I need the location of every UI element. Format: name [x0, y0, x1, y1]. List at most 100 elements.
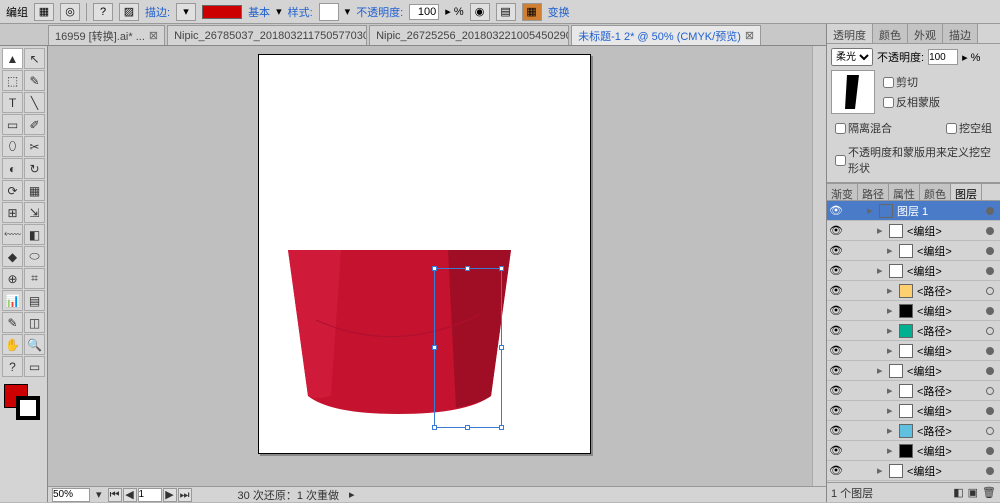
tool-8[interactable]: ⬯	[2, 136, 23, 157]
tool-22[interactable]: 📊	[2, 290, 23, 311]
layer-row[interactable]: 👁▸<路径>	[827, 421, 1000, 441]
layer-row[interactable]: 👁▸<编组>	[827, 241, 1000, 261]
layer-row[interactable]: 👁▸<编组>	[827, 361, 1000, 381]
selection-box[interactable]	[434, 268, 502, 428]
opacity-label[interactable]: 不透明度:	[356, 4, 403, 20]
layer-row[interactable]: 👁▸<编组>	[827, 401, 1000, 421]
disclosure-icon[interactable]: ▸	[877, 464, 887, 477]
target-icon[interactable]	[986, 227, 994, 235]
visibility-icon[interactable]: 👁	[827, 384, 845, 397]
brush-swatch[interactable]	[202, 5, 242, 19]
panel-tab2[interactable]: 颜色	[920, 184, 951, 200]
target-icon[interactable]	[986, 467, 994, 475]
target-icon[interactable]	[986, 207, 994, 215]
nav-first[interactable]: ⏮	[108, 488, 122, 502]
target-icon[interactable]	[986, 287, 994, 295]
delete-layer-icon[interactable]: 🗑	[982, 486, 996, 499]
tool-9[interactable]: ✂	[24, 136, 45, 157]
transparency-thumb[interactable]	[831, 70, 875, 114]
disclosure-icon[interactable]: ▸	[867, 204, 877, 217]
panel-tab[interactable]: 外观	[908, 24, 943, 43]
disclosure-icon[interactable]: ▸	[877, 224, 887, 237]
visibility-icon[interactable]: 👁	[827, 364, 845, 377]
layer-row[interactable]: 👁▸<编组>	[827, 341, 1000, 361]
tool-0[interactable]: ▲	[2, 48, 23, 69]
tool-18[interactable]: ◆	[2, 246, 23, 267]
disclosure-icon[interactable]: ▸	[877, 264, 887, 277]
new-sublayer-icon[interactable]: ◧	[953, 486, 963, 499]
canvas-area[interactable]	[48, 46, 826, 486]
close-icon[interactable]: ⊠	[149, 29, 158, 42]
invert-checkbox[interactable]	[883, 97, 894, 108]
tool-15[interactable]: ⇲	[24, 202, 45, 223]
handle-br[interactable]	[499, 425, 504, 430]
target-icon[interactable]	[986, 387, 994, 395]
tool-12[interactable]: ⟳	[2, 180, 23, 201]
align-icon-2[interactable]: ◎	[60, 3, 80, 21]
target-icon[interactable]	[986, 407, 994, 415]
tool-6[interactable]: ▭	[2, 114, 23, 135]
tool-29[interactable]: ▭	[24, 356, 45, 377]
align-panel-icon[interactable]: ▤	[496, 3, 516, 21]
opacity-input[interactable]	[409, 4, 439, 20]
knockout-checkbox[interactable]	[946, 123, 957, 134]
tool-28[interactable]: ?	[2, 356, 23, 377]
zoom-input[interactable]	[52, 488, 90, 502]
disclosure-icon[interactable]: ▸	[887, 424, 897, 437]
document-tab[interactable]: Nipic_26785037_20180321175057703037.ai*⊠	[167, 25, 367, 45]
tool-23[interactable]: ▤	[24, 290, 45, 311]
document-tab[interactable]: 16959 [转换].ai* ...⊠	[48, 25, 165, 45]
tool-17[interactable]: ◧	[24, 224, 45, 245]
style-label[interactable]: 样式:	[288, 4, 313, 20]
stroke-swatch[interactable]	[16, 396, 40, 420]
disclosure-icon[interactable]: ▸	[887, 384, 897, 397]
basic-label[interactable]: 基本	[248, 4, 270, 20]
stroke-weight[interactable]: ▾	[176, 3, 196, 21]
vertical-scrollbar[interactable]	[812, 46, 826, 486]
target-icon[interactable]	[986, 327, 994, 335]
isolate-checkbox[interactable]	[835, 123, 846, 134]
handle-tm[interactable]	[465, 266, 470, 271]
disclosure-icon[interactable]: ▸	[887, 444, 897, 457]
target-icon[interactable]	[986, 247, 994, 255]
handle-tl[interactable]	[432, 266, 437, 271]
disclosure-icon[interactable]: ▸	[887, 344, 897, 357]
layer-row[interactable]: 👁▸<编组>	[827, 441, 1000, 461]
nav-last[interactable]: ⏭	[178, 488, 192, 502]
panel-tab2[interactable]: 属性	[889, 184, 920, 200]
visibility-icon[interactable]: 👁	[827, 224, 845, 237]
handle-bl[interactable]	[432, 425, 437, 430]
close-icon[interactable]: ⊠	[745, 29, 754, 42]
tool-16[interactable]: ⬳	[2, 224, 23, 245]
layer-row[interactable]: 👁▸<路径>	[827, 321, 1000, 341]
layer-row[interactable]: 👁▸<编组>	[827, 461, 1000, 481]
disclosure-icon[interactable]: ▸	[887, 284, 897, 297]
transform-label[interactable]: 变换	[548, 4, 570, 20]
panel-tab2[interactable]: 路径	[858, 184, 889, 200]
tool-14[interactable]: ⊞	[2, 202, 23, 223]
panel-opacity-input[interactable]	[928, 49, 958, 65]
disclosure-icon[interactable]: ▸	[887, 304, 897, 317]
visibility-icon[interactable]: 👁	[827, 344, 845, 357]
help-icon[interactable]: ?	[93, 3, 113, 21]
layer-row[interactable]: 👁▸<路径>	[827, 381, 1000, 401]
nav-next[interactable]: ▶	[163, 488, 177, 502]
visibility-icon[interactable]: 👁	[827, 324, 845, 337]
visibility-icon[interactable]: 👁	[827, 284, 845, 297]
disclosure-icon[interactable]: ▸	[877, 364, 887, 377]
disclosure-icon[interactable]: ▸	[887, 244, 897, 257]
tool-25[interactable]: ◫	[24, 312, 45, 333]
document-tab[interactable]: 未标题-1 2* @ 50% (CMYK/预览)⊠	[571, 25, 761, 45]
style-swatch[interactable]	[319, 3, 339, 21]
tool-26[interactable]: ✋	[2, 334, 23, 355]
panel-tab2[interactable]: 图层	[951, 184, 982, 200]
visibility-icon[interactable]: 👁	[827, 444, 845, 457]
visibility-icon[interactable]: 👁	[827, 244, 845, 257]
layer-row[interactable]: 👁▸<编组>	[827, 261, 1000, 281]
blend-mode-select[interactable]: 柔光	[831, 48, 873, 66]
target-icon[interactable]	[986, 267, 994, 275]
tool-21[interactable]: ⌗	[24, 268, 45, 289]
transform-icon[interactable]: ▦	[522, 3, 542, 21]
target-icon[interactable]	[986, 427, 994, 435]
artboard-num[interactable]	[138, 488, 162, 502]
